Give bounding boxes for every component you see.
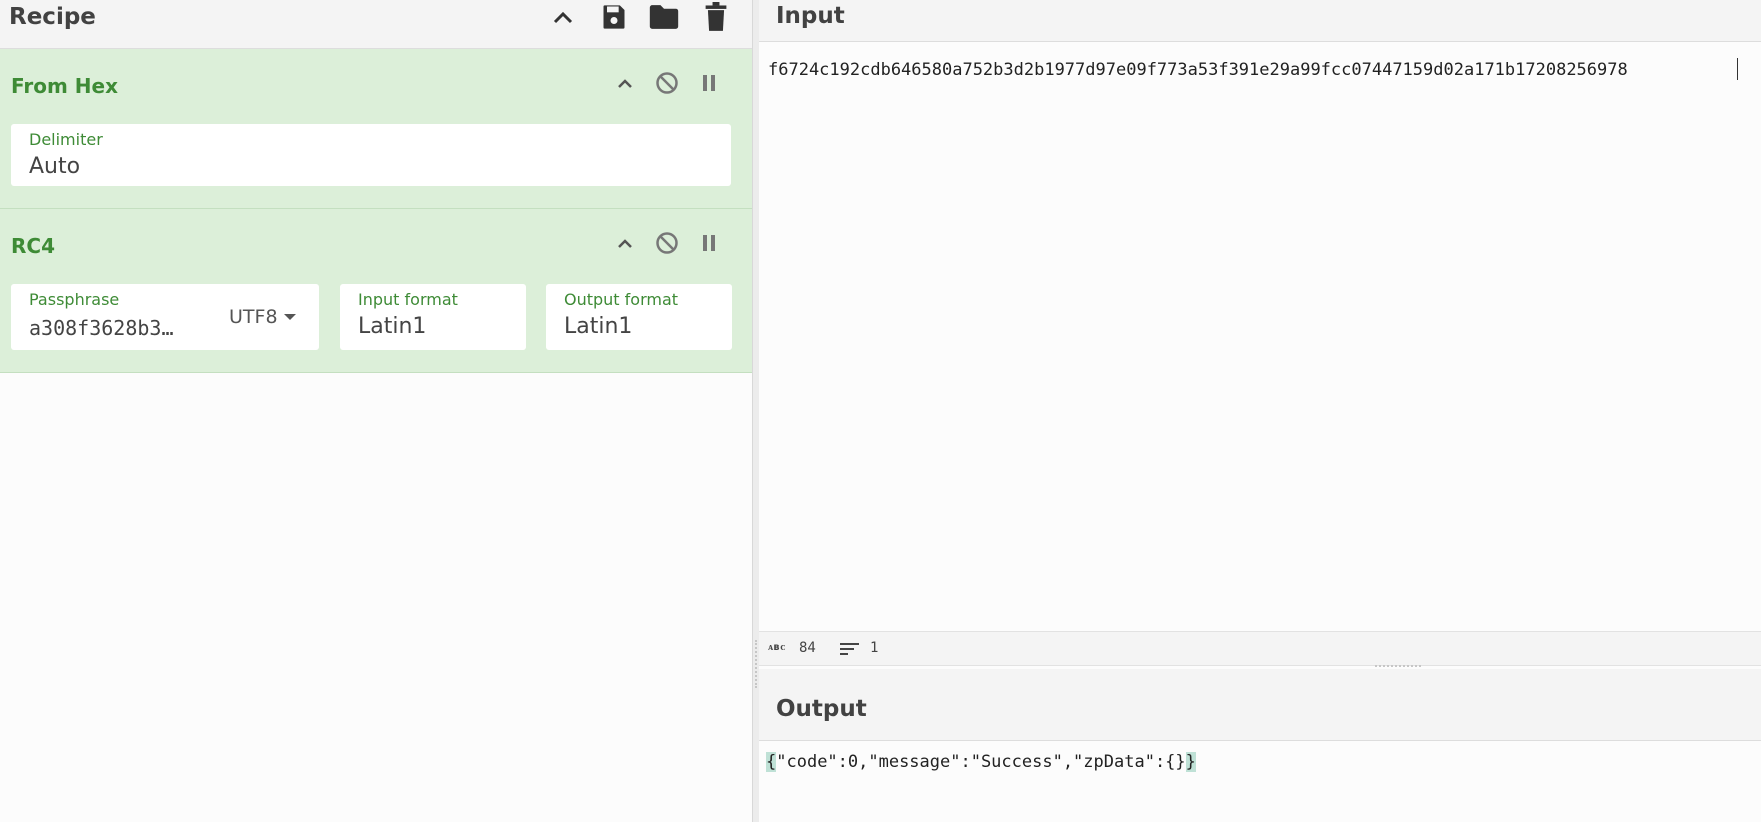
field-label: Output format xyxy=(564,290,679,309)
output-panel: Output {"code":0,"message":"Success","zp… xyxy=(759,669,1761,822)
input-title: Input xyxy=(776,3,845,29)
passphrase-value[interactable]: a308f3628b3… xyxy=(29,316,174,340)
bracket-highlight: } xyxy=(1185,752,1196,772)
operation-rc4[interactable]: RC4 Passphrase a308f3628b3… UTF8 Input f… xyxy=(0,209,752,373)
passphrase-encoding-dropdown[interactable]: UTF8 xyxy=(229,306,296,328)
trash-icon[interactable] xyxy=(699,0,733,34)
output-textarea[interactable]: {"code":0,"message":"Success","zpData":{… xyxy=(759,741,1761,822)
operation-title: RC4 xyxy=(11,234,55,258)
recipe-header: Recipe xyxy=(0,0,752,49)
input-status-bar: ᴀʙᴄ 84 1 xyxy=(759,631,1761,666)
output-format-value[interactable]: Latin1 xyxy=(564,314,632,339)
output-text-body: "code":0,"message":"Success","zpData":{} xyxy=(776,752,1186,772)
operation-title: From Hex xyxy=(11,74,118,98)
input-header: Input xyxy=(759,0,1761,42)
output-format-field[interactable]: Output format Latin1 xyxy=(546,284,732,350)
delimiter-value[interactable]: Auto xyxy=(29,154,80,179)
encoding-label: UTF8 xyxy=(229,306,278,328)
operation-from-hex[interactable]: From Hex Delimiter Auto xyxy=(0,49,752,209)
length-icon: ᴀʙᴄ xyxy=(768,642,786,653)
resize-grip-icon xyxy=(755,640,757,688)
delimiter-field[interactable]: Delimiter Auto xyxy=(11,124,731,186)
input-text: f6724c192cdb646580a752b3d2b1977d97e09f77… xyxy=(768,60,1628,80)
input-textarea[interactable]: f6724c192cdb646580a752b3d2b1977d97e09f77… xyxy=(759,42,1761,631)
input-panel: Input f6724c192cdb646580a752b3d2b1977d97… xyxy=(759,0,1761,631)
lines-count: 1 xyxy=(870,640,879,656)
recipe-panel: Recipe From Hex Delimiter Auto RC4 Passp… xyxy=(0,0,752,822)
folder-icon[interactable] xyxy=(647,0,681,34)
recipe-title: Recipe xyxy=(9,4,96,30)
panel-resizer[interactable] xyxy=(752,0,759,822)
disable-operation-icon[interactable] xyxy=(652,68,682,98)
breakpoint-icon[interactable] xyxy=(694,68,724,98)
field-label: Input format xyxy=(358,290,458,309)
output-title: Output xyxy=(776,696,867,722)
input-format-field[interactable]: Input format Latin1 xyxy=(340,284,526,350)
bracket-highlight: { xyxy=(766,752,777,772)
field-label: Delimiter xyxy=(29,130,103,149)
passphrase-field[interactable]: Passphrase a308f3628b3… UTF8 xyxy=(11,284,319,350)
collapse-operation-icon[interactable] xyxy=(610,68,640,98)
length-count: 84 xyxy=(799,640,816,656)
collapse-all-icon[interactable] xyxy=(546,0,580,34)
lines-icon xyxy=(840,642,860,661)
collapse-operation-icon[interactable] xyxy=(610,228,640,258)
output-header: Output xyxy=(759,669,1761,741)
chevron-down-icon xyxy=(283,314,296,320)
save-icon[interactable] xyxy=(597,0,631,34)
disable-operation-icon[interactable] xyxy=(652,228,682,258)
input-format-value[interactable]: Latin1 xyxy=(358,314,426,339)
output-text: {"code":0,"message":"Success","zpData":{… xyxy=(766,752,1196,772)
text-cursor xyxy=(1737,58,1738,80)
field-label: Passphrase xyxy=(29,290,120,309)
breakpoint-icon[interactable] xyxy=(694,228,724,258)
